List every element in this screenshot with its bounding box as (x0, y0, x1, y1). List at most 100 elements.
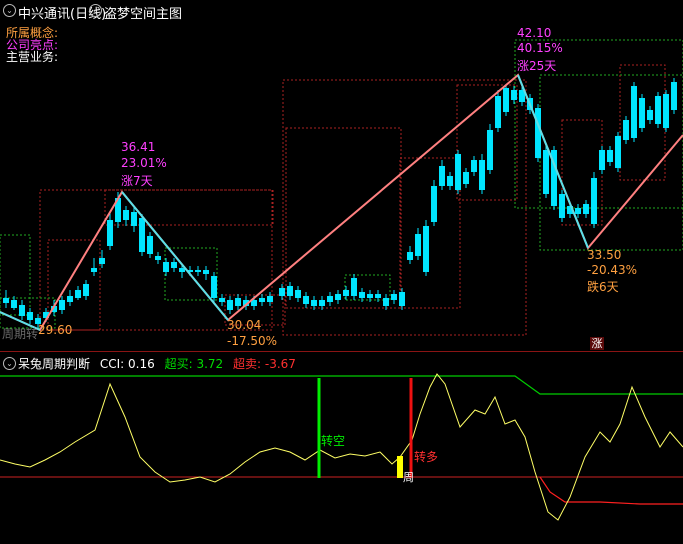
candle-down (303, 296, 309, 304)
candle-down (647, 110, 653, 120)
candle-down (623, 120, 629, 140)
candle-down (407, 252, 413, 260)
candle-down (583, 204, 589, 214)
candle-down (131, 212, 137, 226)
candle-down (155, 256, 161, 260)
candle-down (295, 290, 301, 298)
candle-down (367, 294, 373, 298)
candle-down (535, 108, 541, 158)
period-label: 周期转 (2, 327, 39, 341)
candle-down (335, 294, 341, 300)
candle-down (99, 258, 105, 264)
candle-down (631, 86, 637, 138)
candle-down (431, 186, 437, 222)
candle-down (319, 300, 325, 306)
price-chart[interactable] (0, 0, 683, 350)
candle-down (19, 305, 25, 316)
zigzag-down (517, 74, 589, 249)
trough0-price: 29.60 (38, 323, 73, 337)
candle-down (219, 298, 225, 302)
candle-down (415, 234, 421, 256)
candle-down (11, 300, 17, 308)
candle-down (439, 166, 445, 186)
signal-short-label: 转空 (321, 434, 346, 448)
candle-down (359, 292, 365, 298)
candle-down (423, 226, 429, 272)
candle-down (27, 312, 33, 320)
peak2-price: 42.10 (517, 26, 552, 40)
candle-down (227, 300, 233, 310)
peak1-days: 涨7天 (121, 174, 153, 188)
trough1-price: 30.04 (227, 318, 262, 332)
candle-down (327, 296, 333, 302)
candle-down (511, 90, 517, 100)
candle-down (463, 172, 469, 184)
signal-week-label: 周 (403, 471, 414, 484)
overbought-line (0, 375, 683, 395)
candle-down (399, 292, 405, 306)
swing-box (285, 127, 402, 309)
candle-down (235, 298, 241, 306)
candle-down (487, 130, 493, 170)
candle-down (59, 300, 65, 310)
candle-down (383, 298, 389, 306)
peak2-days: 涨25天 (517, 59, 557, 73)
peak1-pct: 23.01% (121, 156, 167, 170)
candle-down (591, 178, 597, 224)
candle-down (203, 270, 209, 274)
swing-box (539, 74, 683, 251)
peak1-price: 36.41 (121, 140, 156, 154)
candlesticks (3, 78, 677, 328)
candle-down (503, 88, 509, 112)
swing-box (47, 239, 101, 331)
trough2-pct: -20.43% (587, 263, 638, 277)
swing-boxes (0, 39, 683, 336)
candle-down (351, 278, 357, 296)
candle-down (599, 150, 605, 170)
swing-box (104, 189, 274, 226)
candle-down (91, 268, 97, 272)
candle-down (455, 154, 461, 190)
candle-down (259, 298, 265, 302)
zigzag-line (0, 73, 683, 332)
candle-down (447, 176, 453, 186)
candle-down (375, 294, 381, 298)
candle-down (179, 268, 185, 272)
candle-down (139, 218, 145, 252)
candle-down (655, 96, 661, 124)
candle-down (575, 208, 581, 214)
candle-down (123, 210, 129, 220)
oversold-step-line (539, 476, 683, 505)
candle-down (343, 290, 349, 296)
candle-down (639, 98, 645, 128)
candle-down (479, 160, 485, 190)
candle-down (615, 136, 621, 168)
candle-down (391, 294, 397, 300)
candle-down (75, 290, 81, 298)
candle-down (559, 194, 565, 218)
trough2-price: 33.50 (587, 248, 622, 262)
candle-down (279, 288, 285, 296)
candle-down (311, 300, 317, 306)
candle-down (287, 286, 293, 296)
trough2-days: 跌6天 (587, 280, 619, 294)
candle-down (607, 150, 613, 162)
candle-down (83, 284, 89, 296)
candle-down (107, 220, 113, 246)
candle-down (663, 94, 669, 128)
zigzag-down (121, 191, 229, 321)
candle-down (3, 298, 9, 303)
candle-down (671, 82, 677, 110)
signal-long-label: 转多 (414, 450, 439, 464)
candle-down (495, 96, 501, 128)
trough1-pct: -17.50% (227, 334, 278, 348)
candle-down (267, 296, 273, 302)
candle-down (147, 236, 153, 254)
candle-down (543, 150, 549, 194)
peak2-pct: 40.15% (517, 41, 563, 55)
candle-down (163, 262, 169, 272)
candle-down (211, 276, 217, 298)
candle-down (195, 270, 201, 272)
zhang-badge: 涨 (590, 337, 604, 350)
candle-down (171, 262, 177, 268)
